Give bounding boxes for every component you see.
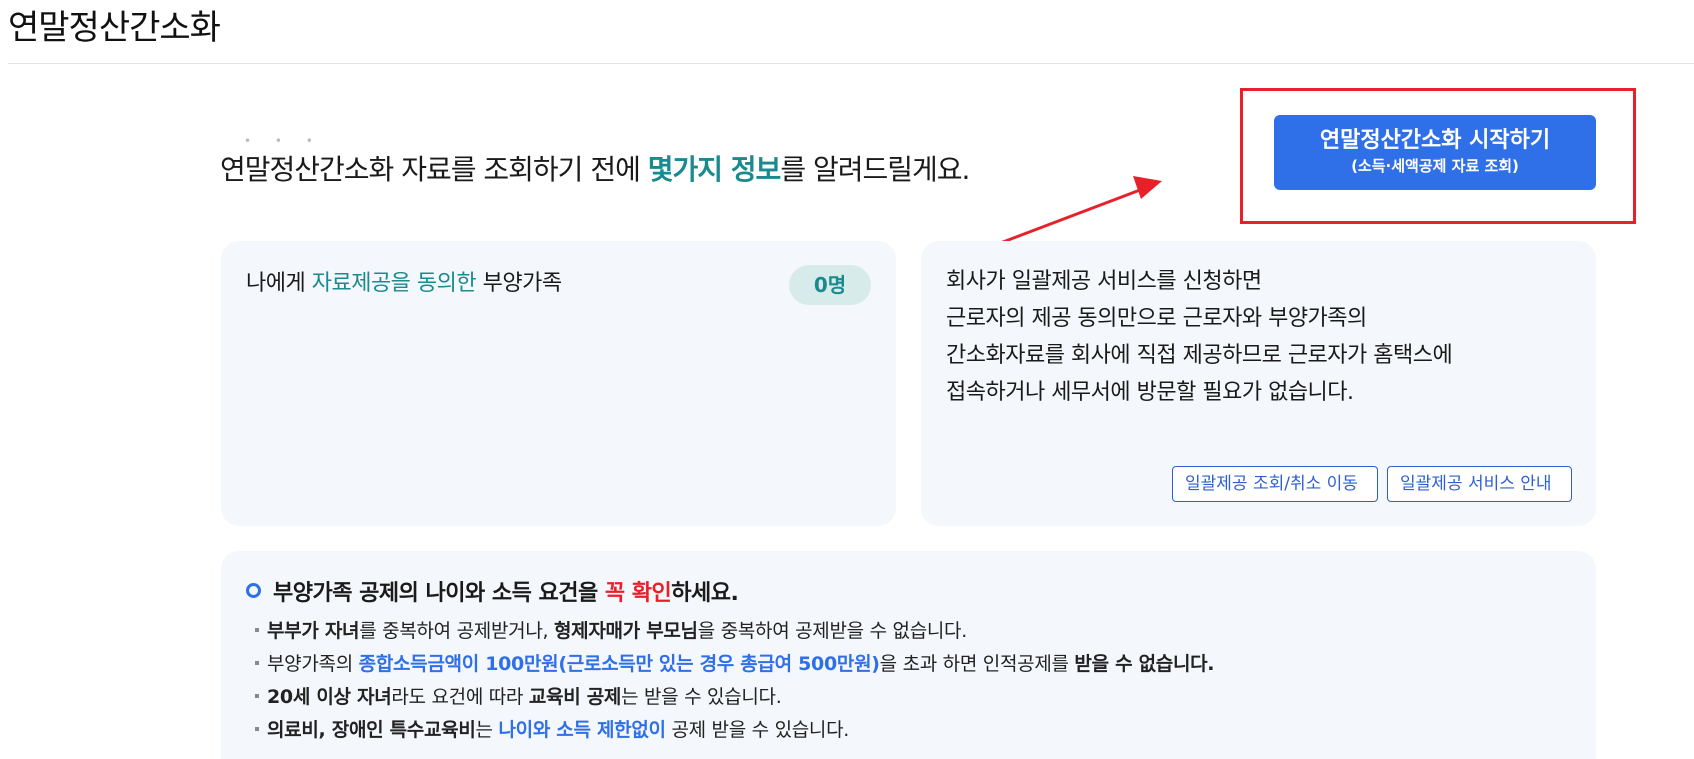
bulk-desc-line: 접속하거나 세무서에 방문할 필요가 없습니다. [946, 380, 1354, 405]
dependents-count-badge: 0명 [789, 265, 871, 305]
consent-label-highlight: 자료제공을 동의한 [311, 271, 477, 296]
circle-bullet-icon [246, 583, 261, 598]
intro-suffix: 를 알려드릴게요. [780, 153, 970, 186]
notice-bullet-item: 의료비, 장애인 특수교육비는 나이와 소득 제한없이 공제 받을 수 있습니다… [255, 714, 1214, 747]
notice-heading-prefix: 부양가족 공제의 나이와 소득 요건을 [273, 581, 605, 606]
notice-heading-suffix: 하세요. [671, 581, 739, 606]
bullet-bold: 받을 수 없습니다. [1074, 653, 1215, 675]
page-title: 연말정산간소화 [8, 8, 221, 48]
dependent-requirements-notice: 부양가족 공제의 나이와 소득 요건을 꼭 확인하세요. 부부가 자녀를 중복하… [221, 551, 1596, 759]
intro-text: 연말정산간소화 자료를 조회하기 전에 몇가지 정보를 알려드릴게요. [220, 150, 970, 190]
bulk-provision-card: 회사가 일괄제공 서비스를 신청하면 근로자의 제공 동의만으로 근로자와 부양… [921, 241, 1596, 526]
bullet-text: 을 중복하여 공제받을 수 없습니다. [697, 620, 968, 642]
page: 연말정산간소화 • • • 연말정산간소화 자료를 조회하기 전에 몇가지 정보… [0, 0, 1694, 759]
consent-label-prefix: 나에게 [246, 271, 312, 296]
consent-label-suffix: 부양가족 [476, 271, 562, 296]
bulk-desc-line: 회사가 일괄제공 서비스를 신청하면 [946, 269, 1262, 294]
title-divider [8, 63, 1694, 64]
start-simplified-service-button[interactable]: 연말정산간소화 시작하기 (소득·세액공제 자료 조회) [1274, 115, 1596, 190]
bulk-desc-line: 간소화자료를 회사에 직접 제공하므로 근로자가 홈택스에 [946, 343, 1453, 368]
bullet-bold: 부부가 자녀 [267, 620, 360, 642]
bullet-text: 는 받을 수 있습니다. [621, 686, 782, 708]
bulk-service-guide-button[interactable]: 일괄제공 서비스 안내 [1387, 466, 1572, 502]
bullet-bold: 교육비 공제 [528, 686, 622, 708]
consenting-dependents-card: 나에게 자료제공을 동의한 부양가족 0명 [221, 241, 896, 526]
notice-bullet-item: 부양가족의 종합소득금액이 100만원(근로소득만 있는 경우 총급여 500만… [255, 648, 1215, 681]
bullet-text: 라도 요건에 따라 [391, 686, 529, 708]
arrow-head [1133, 176, 1162, 199]
bullet-text: 는 [475, 719, 499, 741]
bullet-blue-highlight: 종합소득금액이 100만원(근로소득만 있는 경우 총급여 500만원) [358, 653, 880, 675]
bulk-provision-description: 회사가 일괄제공 서비스를 신청하면 근로자의 제공 동의만으로 근로자와 부양… [946, 263, 1453, 411]
consenting-dependents-label: 나에게 자료제공을 동의한 부양가족 [246, 267, 562, 301]
notice-heading-highlight: 꼭 확인 [604, 581, 672, 606]
bulk-desc-line: 근로자의 제공 동의만으로 근로자와 부양가족의 [946, 306, 1367, 331]
bullet-text: 를 중복하여 공제받거나, [359, 620, 554, 642]
intro-prefix: 연말정산간소화 자료를 조회하기 전에 [220, 153, 648, 186]
notice-bullet-item: 20세 이상 자녀라도 요건에 따라 교육비 공제는 받을 수 있습니다. [255, 681, 1214, 714]
loading-dots: • • • [244, 134, 323, 148]
bullet-blue-highlight: 나이와 소득 제한없이 [498, 719, 666, 741]
bullet-text: 부양가족의 [267, 653, 359, 675]
start-button-sublabel: (소득·세액공제 자료 조회) [1351, 157, 1519, 175]
notice-bullet-list: 부부가 자녀를 중복하여 공제받거나, 형제자매가 부모님을 중복하여 공제받을… [255, 615, 1215, 747]
start-button-label: 연말정산간소화 시작하기 [1319, 128, 1551, 153]
intro-highlight: 몇가지 정보 [647, 153, 782, 186]
notice-heading: 부양가족 공제의 나이와 소득 요건을 꼭 확인하세요. [246, 577, 739, 611]
bulk-query-cancel-button[interactable]: 일괄제공 조회/취소 이동 [1172, 466, 1378, 502]
bullet-text: 을 초과 하면 인적공제를 [879, 653, 1075, 675]
notice-bullet-item: 부부가 자녀를 중복하여 공제받거나, 형제자매가 부모님을 중복하여 공제받을… [255, 615, 1214, 648]
bullet-bold: 20세 이상 자녀 [267, 686, 392, 708]
bullet-bold: 의료비, 장애인 특수교육비 [267, 719, 476, 741]
bullet-text: 공제 받을 수 있습니다. [665, 719, 850, 741]
bullet-bold: 형제자매가 부모님 [553, 620, 698, 642]
